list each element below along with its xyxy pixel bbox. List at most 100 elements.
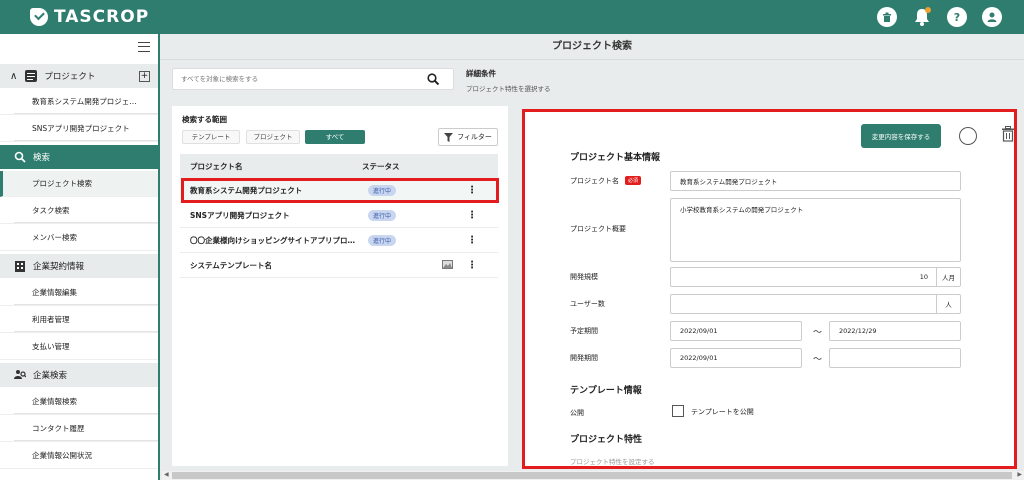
range-separator: 〜 — [813, 328, 823, 338]
scale-unit: 人月 — [936, 268, 960, 286]
row-project-name: SNSアプリ開発プロジェクト — [190, 210, 290, 220]
user-icon[interactable] — [982, 7, 1002, 27]
scale-value: 10 — [919, 273, 928, 281]
members-label: ユーザー数 — [570, 300, 605, 308]
sidebar-item-label: プロジェクト検索 — [32, 179, 92, 188]
detail-conditions[interactable]: 詳細条件 プロジェクト特性を選択する — [466, 68, 551, 93]
dev-period-label: 開発期間 — [570, 354, 598, 362]
project-name-field[interactable]: 教育系システム開発プロジェクト — [670, 171, 961, 191]
row-menu-icon[interactable]: ⋮ — [462, 235, 482, 246]
app-name: TASCROP — [54, 7, 150, 27]
section-traits-title: プロジェクト特性 — [570, 435, 643, 445]
sidebar-item-label: 企業情報検索 — [32, 397, 77, 406]
circle-icon[interactable] — [959, 127, 977, 145]
sidebar-group-label: プロジェクト — [44, 72, 96, 82]
project-detail-panel: 変更内容を保存する プロジェクト基本情報 プロジェクト名 必須 教育系システム開発… — [522, 109, 1017, 469]
planned-start-field[interactable]: 2022/09/01 — [670, 321, 802, 341]
section-basic-info-title: プロジェクト基本情報 — [570, 153, 661, 163]
detail-conditions-title: 詳細条件 — [466, 69, 496, 78]
sidebar-item-label: 支払い管理 — [32, 342, 70, 351]
project-list-panel: 検索する範囲 テンプレート プロジェクト すべて フィルター プロジェクト名 ス… — [172, 106, 508, 466]
delete-icon[interactable] — [1001, 126, 1014, 146]
name-label-text: プロジェクト名 — [570, 177, 619, 185]
table-row[interactable]: SNSアプリ開発プロジェクト 進行中 ⋮ — [180, 203, 498, 228]
help-icon[interactable]: ? — [947, 7, 967, 27]
detail-conditions-subtitle: プロジェクト特性を選択する — [466, 85, 551, 93]
sidebar-item-member-search[interactable]: メンバー検索 — [0, 225, 158, 251]
dev-end-field[interactable] — [829, 348, 961, 368]
sidebar-group-label: 企業契約情報 — [33, 262, 85, 272]
required-badge: 必須 — [625, 176, 642, 185]
scope-project-chip[interactable]: プロジェクト — [246, 130, 300, 144]
range-separator: 〜 — [813, 355, 823, 365]
selected-row-highlight — [181, 178, 499, 203]
hamburger-menu-icon[interactable] — [138, 42, 150, 52]
row-project-name: 〇〇企業様向けショッピングサイトアプリプロ… — [190, 235, 355, 245]
sidebar-item-user-management[interactable]: 利用者管理 — [0, 307, 158, 333]
scroll-left-icon[interactable]: ◀ — [164, 471, 169, 478]
scale-field[interactable]: 10 人月 — [670, 267, 961, 287]
section-template-title: テンプレート情報 — [570, 386, 642, 396]
sidebar-group-search[interactable]: 検索 — [0, 145, 158, 169]
project-summary-field[interactable]: 小学校教育系システムの開発プロジェクト — [670, 198, 961, 262]
row-menu-icon[interactable]: ⋮ — [462, 210, 482, 221]
planned-period-label: 予定期間 — [570, 327, 598, 335]
chevron-up-icon[interactable]: ∧ — [10, 71, 17, 82]
sidebar-item-project-2[interactable]: SNSアプリ開発プロジェクト — [0, 116, 158, 142]
filter-label: フィルター — [457, 133, 492, 141]
scope-template-chip[interactable]: テンプレート — [182, 130, 240, 144]
publish-template-checkbox[interactable] — [672, 405, 684, 417]
search-input[interactable] — [181, 69, 421, 89]
search-icon[interactable] — [427, 73, 440, 88]
sidebar: ∧ プロジェクト + 教育系システム開発プロジェ… SNSアプリ開発プロジェクト… — [0, 34, 160, 480]
app-logo[interactable]: TASCROP — [30, 7, 149, 27]
publish-template-label: テンプレートを公開 — [691, 408, 754, 416]
scale-label: 開発規模 — [570, 273, 598, 281]
trash-icon[interactable] — [877, 7, 897, 27]
sidebar-item-label: 企業情報公開状況 — [32, 451, 92, 460]
template-icon — [442, 259, 453, 273]
sidebar-item-project-search[interactable]: プロジェクト検索 — [0, 171, 158, 197]
filter-icon — [444, 132, 454, 142]
dev-start-field[interactable]: 2022/09/01 — [670, 348, 802, 368]
members-unit: 人 — [936, 295, 960, 313]
sidebar-group-label: 企業検索 — [33, 371, 68, 381]
planned-end-field[interactable]: 2022/12/29 — [829, 321, 961, 341]
column-header-status: ステータス — [362, 161, 400, 171]
sidebar-item-label: 利用者管理 — [32, 315, 70, 324]
table-row[interactable]: システムテンプレート名 ⋮ — [180, 253, 498, 278]
row-menu-icon[interactable]: ⋮ — [462, 260, 482, 271]
scope-all-chip[interactable]: すべて — [305, 130, 365, 144]
save-changes-button[interactable]: 変更内容を保存する — [861, 124, 941, 148]
sidebar-item-label: コンタクト履歴 — [32, 424, 85, 433]
filter-button[interactable]: フィルター — [438, 128, 498, 146]
sidebar-item-label: 教育系システム開発プロジェ… — [32, 97, 137, 106]
scope-label: 検索する範囲 — [182, 115, 227, 124]
sidebar-item-contact-history[interactable]: コンタクト履歴 — [0, 416, 158, 442]
scroll-right-icon[interactable]: ▶ — [1017, 471, 1022, 478]
horizontal-scrollbar[interactable]: ◀ ▶ — [162, 471, 1024, 480]
sidebar-item-label: メンバー検索 — [32, 233, 77, 242]
company-search-icon — [14, 369, 26, 381]
sidebar-item-company-public-status[interactable]: 企業情報公開状況 — [0, 443, 158, 469]
sidebar-group-contract[interactable]: 企業契約情報 — [0, 254, 158, 278]
sidebar-item-task-search[interactable]: タスク検索 — [0, 198, 158, 224]
sidebar-item-company-search[interactable]: 企業情報検索 — [0, 389, 158, 415]
table-header: プロジェクト名 ステータス — [180, 154, 498, 178]
scrollbar-thumb[interactable] — [172, 472, 1012, 479]
column-header-name: プロジェクト名 — [190, 161, 243, 171]
sidebar-group-label: 検索 — [33, 153, 51, 163]
row-project-name: システムテンプレート名 — [190, 260, 273, 270]
sidebar-item-company-edit[interactable]: 企業情報編集 — [0, 280, 158, 306]
members-field[interactable]: 人 — [670, 294, 961, 314]
top-bar: TASCROP ? — [0, 0, 1024, 34]
building-icon — [14, 260, 26, 272]
bell-icon[interactable] — [912, 7, 932, 27]
sidebar-group-project[interactable]: ∧ プロジェクト + — [0, 64, 158, 88]
sidebar-group-company-search[interactable]: 企業検索 — [0, 363, 158, 387]
sidebar-item-project-1[interactable]: 教育系システム開発プロジェ… — [0, 89, 158, 115]
table-row[interactable]: 〇〇企業様向けショッピングサイトアプリプロ… 進行中 ⋮ — [180, 228, 498, 253]
add-project-icon[interactable]: + — [139, 70, 150, 82]
sidebar-item-payment[interactable]: 支払い管理 — [0, 334, 158, 360]
project-icon — [25, 70, 38, 82]
